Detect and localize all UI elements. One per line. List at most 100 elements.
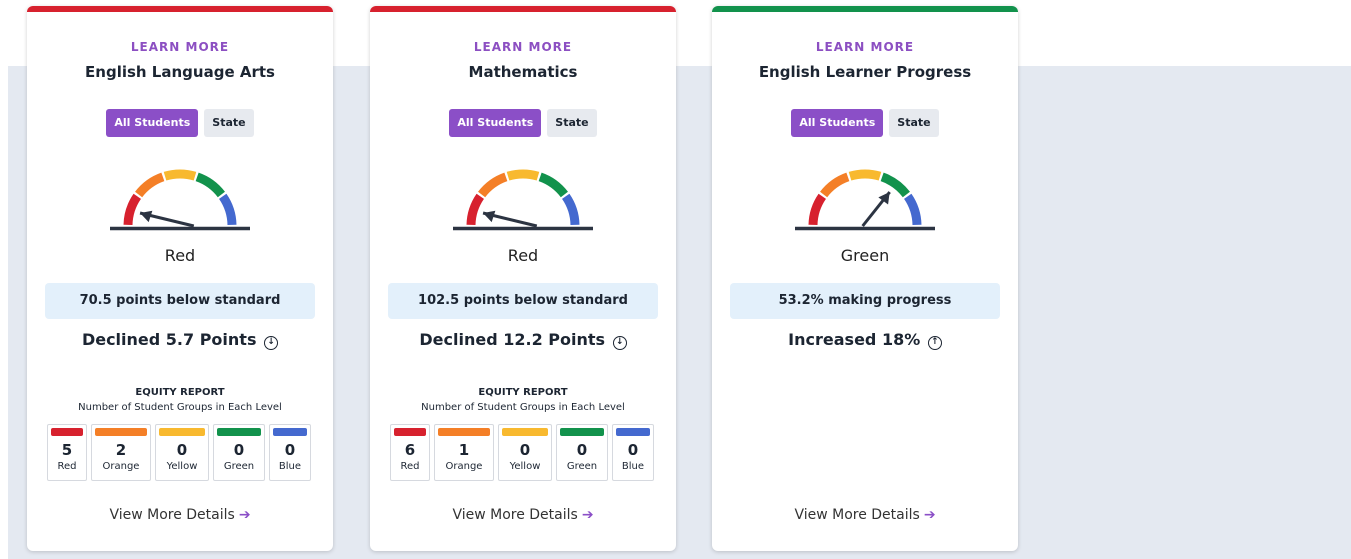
equity-report-title: EQUITY REPORT: [135, 387, 225, 398]
level-label: Yellow: [166, 461, 198, 472]
gauge-icon: [453, 169, 593, 231]
level-count: 2: [115, 441, 127, 459]
level-orange: 2 Orange: [91, 424, 151, 481]
learn-more-link[interactable]: LEARN MORE: [27, 40, 333, 54]
equity-levels: 5 Red 2 Orange 0 Yellow 0 Green 0 Blue: [47, 424, 311, 481]
status-topbar: [27, 6, 333, 12]
level-color-bar: [95, 428, 147, 436]
info-box: 70.5 points below standard: [45, 283, 315, 319]
arrow-down-circle-icon: ↓: [612, 336, 627, 350]
gauge-segment-orange: [820, 172, 850, 198]
level-yellow: 0 Yellow: [155, 424, 209, 481]
level-yellow: 0 Yellow: [498, 424, 552, 481]
level-label: Orange: [445, 461, 483, 472]
level-label: Yellow: [509, 461, 541, 472]
level-count: 0: [627, 441, 639, 459]
state-button[interactable]: State: [547, 109, 597, 137]
card-title: English Learner Progress: [758, 63, 972, 81]
level-count: 0: [284, 441, 296, 459]
level-count: 1: [458, 441, 470, 459]
level-label: Blue: [621, 461, 645, 472]
gauge-segment-red: [808, 193, 827, 226]
learn-more-link[interactable]: LEARN MORE: [712, 40, 1018, 54]
status-topbar: [370, 6, 676, 12]
arrow-right-icon: ➔: [581, 507, 594, 523]
level-color-bar: [560, 428, 604, 436]
gauge-segment-green: [538, 172, 568, 198]
change-label: Increased 18%: [788, 330, 921, 349]
student-toggle: All Students State: [370, 109, 676, 137]
learn-more-link[interactable]: LEARN MORE: [370, 40, 676, 54]
level-count: 6: [404, 441, 416, 459]
level-label: Green: [223, 461, 255, 472]
card-title: English Language Arts: [85, 63, 275, 81]
student-toggle: All Students State: [712, 109, 1018, 137]
level-count: 5: [61, 441, 73, 459]
equity-report-title: EQUITY REPORT: [478, 387, 568, 398]
level-color-bar: [438, 428, 490, 436]
gauge-segment-yellow: [163, 169, 197, 181]
view-more-details-link[interactable]: View More Details ➔: [27, 507, 333, 523]
gauge-segment-blue: [561, 193, 580, 226]
view-more-details-link[interactable]: View More Details ➔: [712, 507, 1018, 523]
level-count: 0: [576, 441, 588, 459]
gauge-segment-red: [466, 193, 485, 226]
indicator-card-elp: LEARN MORE English Learner Progress All …: [712, 6, 1018, 551]
arrow-up-circle-icon: ↑: [927, 336, 942, 350]
gauge-segment-green: [880, 172, 910, 198]
level-label: Green: [566, 461, 598, 472]
level-blue: 0 Blue: [269, 424, 311, 481]
level-color-bar: [51, 428, 83, 436]
card-title: Mathematics: [468, 63, 578, 81]
change-label: Declined 5.7 Points: [81, 330, 257, 349]
gauge-segment-blue: [903, 193, 922, 226]
equity-levels: 6 Red 1 Orange 0 Yellow 0 Green 0 Blue: [390, 424, 654, 481]
level-color-bar: [159, 428, 205, 436]
level-count: 0: [176, 441, 188, 459]
view-more-label: View More Details: [109, 507, 235, 523]
level-red: 6 Red: [390, 424, 430, 481]
change-text: Increased 18% ↑: [712, 330, 1018, 350]
level-count: 0: [233, 441, 245, 459]
level-orange: 1 Orange: [434, 424, 494, 481]
status-label: Red: [164, 246, 196, 265]
arrow-down-circle-icon: ↓: [264, 336, 279, 350]
view-more-label: View More Details: [794, 507, 920, 523]
gauge-segment-yellow: [848, 169, 882, 181]
change-text: Declined 12.2 Points ↓: [370, 330, 676, 350]
all-students-button[interactable]: All Students: [106, 109, 199, 137]
level-color-bar: [502, 428, 548, 436]
level-color-bar: [394, 428, 426, 436]
student-toggle: All Students State: [27, 109, 333, 137]
level-color-bar: [273, 428, 307, 436]
level-color-bar: [616, 428, 650, 436]
status-label: Green: [840, 246, 890, 265]
level-label: Red: [57, 461, 77, 472]
change-label: Declined 12.2 Points: [419, 330, 606, 349]
state-button[interactable]: State: [204, 109, 254, 137]
level-color-bar: [217, 428, 261, 436]
status-label: Red: [507, 246, 539, 265]
gauge-segment-blue: [218, 193, 237, 226]
info-box: 53.2% making progress: [730, 283, 1000, 319]
all-students-button[interactable]: All Students: [449, 109, 542, 137]
indicator-card-ela: LEARN MORE English Language Arts All Stu…: [27, 6, 333, 551]
level-label: Blue: [278, 461, 302, 472]
gauge-segment-orange: [478, 172, 508, 198]
gauge-segment-green: [195, 172, 225, 198]
indicator-card-math: LEARN MORE Mathematics All Students Stat…: [370, 6, 676, 551]
level-red: 5 Red: [47, 424, 87, 481]
view-more-label: View More Details: [452, 507, 578, 523]
gauge-segment-yellow: [506, 169, 540, 181]
level-label: Orange: [102, 461, 140, 472]
state-button[interactable]: State: [889, 109, 939, 137]
gauge-segment-orange: [135, 172, 165, 198]
gauge-icon: [110, 169, 250, 231]
level-green: 0 Green: [213, 424, 265, 481]
view-more-details-link[interactable]: View More Details ➔: [370, 507, 676, 523]
dashboard: LEARN MORE English Language Arts All Stu…: [0, 0, 1351, 559]
all-students-button[interactable]: All Students: [791, 109, 884, 137]
level-blue: 0 Blue: [612, 424, 654, 481]
level-label: Red: [400, 461, 420, 472]
equity-report-subtitle: Number of Student Groups in Each Level: [421, 402, 625, 413]
